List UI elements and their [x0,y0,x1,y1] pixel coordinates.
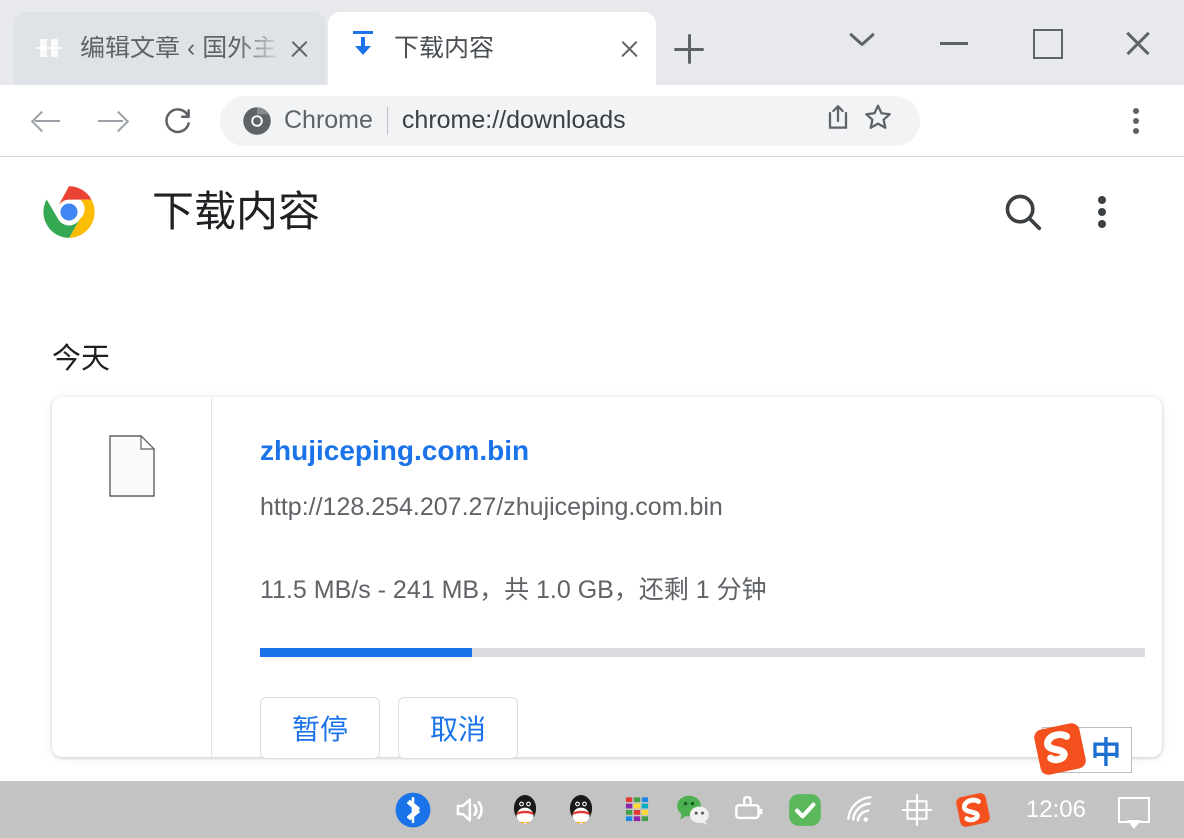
tab-title: 下载内容 [394,36,495,61]
browser-window: 编辑文章 ‹ 国外主 下载内容 Chrome chrome://download… [0,0,1184,781]
wechat-icon[interactable] [674,791,712,829]
download-progress-bar [260,648,1145,657]
search-icon[interactable] [1000,189,1046,235]
tab-search-chevron-down-icon[interactable] [816,0,908,85]
omnibox-chip-label: Chrome [284,106,373,134]
tab-downloads[interactable]: 下载内容 [328,12,656,85]
pause-button[interactable]: 暂停 [260,697,380,759]
share-icon[interactable] [822,101,862,141]
ime-mode-label[interactable]: 中 [1091,728,1121,772]
sogou-icon[interactable] [954,791,992,829]
reload-icon[interactable] [150,93,206,149]
battery-icon[interactable] [730,791,768,829]
tab-title: 编辑文章 ‹ 国外主 [80,36,278,61]
more-vertical-icon[interactable] [1082,189,1122,235]
ime-chinese-icon[interactable] [898,791,936,829]
green-check-icon[interactable] [786,791,824,829]
omnibox-divider [386,106,388,135]
new-tab-button[interactable] [668,28,710,70]
qq-icon[interactable] [562,791,600,829]
download-file-name-link[interactable]: zhujiceping.com.bin [260,435,529,467]
download-status-text: 11.5 MB/s - 241 MB，共 1.0 GB，还剩 1 分钟 [260,576,767,604]
star-icon[interactable] [862,101,902,141]
red-seal-icon [36,35,64,63]
chrome-logo-icon [42,185,96,239]
date-group-label: 今天 [52,343,111,375]
back-arrow-icon[interactable] [18,93,74,149]
tab-editor[interactable]: 编辑文章 ‹ 国外主 [14,12,326,85]
browser-menu-icon[interactable] [1110,95,1162,147]
forward-arrow-icon[interactable] [84,93,140,149]
download-source-url: http://128.254.207.27/zhujiceping.com.bi… [260,493,723,521]
volume-icon[interactable] [450,791,488,829]
download-icon [350,30,378,63]
wifi-icon[interactable] [842,791,880,829]
minimize-button[interactable] [908,0,1000,85]
header-actions [1000,189,1122,235]
qq-icon[interactable] [506,791,544,829]
colorful-grid-icon[interactable] [618,791,656,829]
cancel-button[interactable]: 取消 [398,697,518,759]
taskbar-clock[interactable]: 12:06 [1026,796,1086,824]
screen: 编辑文章 ‹ 国外主 下载内容 Chrome chrome://download… [0,0,1184,838]
download-actions: 暂停 取消 [260,697,1162,759]
system-tray: 12:06 [394,791,1184,829]
browser-toolbar: Chrome chrome://downloads [0,85,1184,157]
address-bar[interactable]: Chrome chrome://downloads [220,95,920,146]
bluetooth-icon[interactable] [394,791,432,829]
download-details: zhujiceping.com.bin http://128.254.207.2… [212,397,1162,759]
download-item-card: zhujiceping.com.bin http://128.254.207.2… [52,397,1162,759]
download-progress-fill [260,648,473,657]
downloads-header: 下载内容 [0,157,1184,267]
taskbar: 12:06 [0,781,1184,838]
maximize-button[interactable] [1000,0,1092,85]
file-icon-column [52,397,212,757]
omnibox-url: chrome://downloads [401,106,626,134]
close-window-button[interactable] [1092,0,1184,85]
window-controls [816,0,1184,85]
file-icon [108,434,155,497]
chrome-icon [242,106,272,136]
page-title: 下载内容 [152,188,321,235]
tab-strip: 编辑文章 ‹ 国外主 下载内容 [0,0,1184,85]
tab-close-button[interactable] [612,32,646,66]
tab-close-button[interactable] [282,32,316,66]
notification-icon[interactable] [1118,796,1150,829]
sogou-logo-icon[interactable] [1031,722,1089,776]
